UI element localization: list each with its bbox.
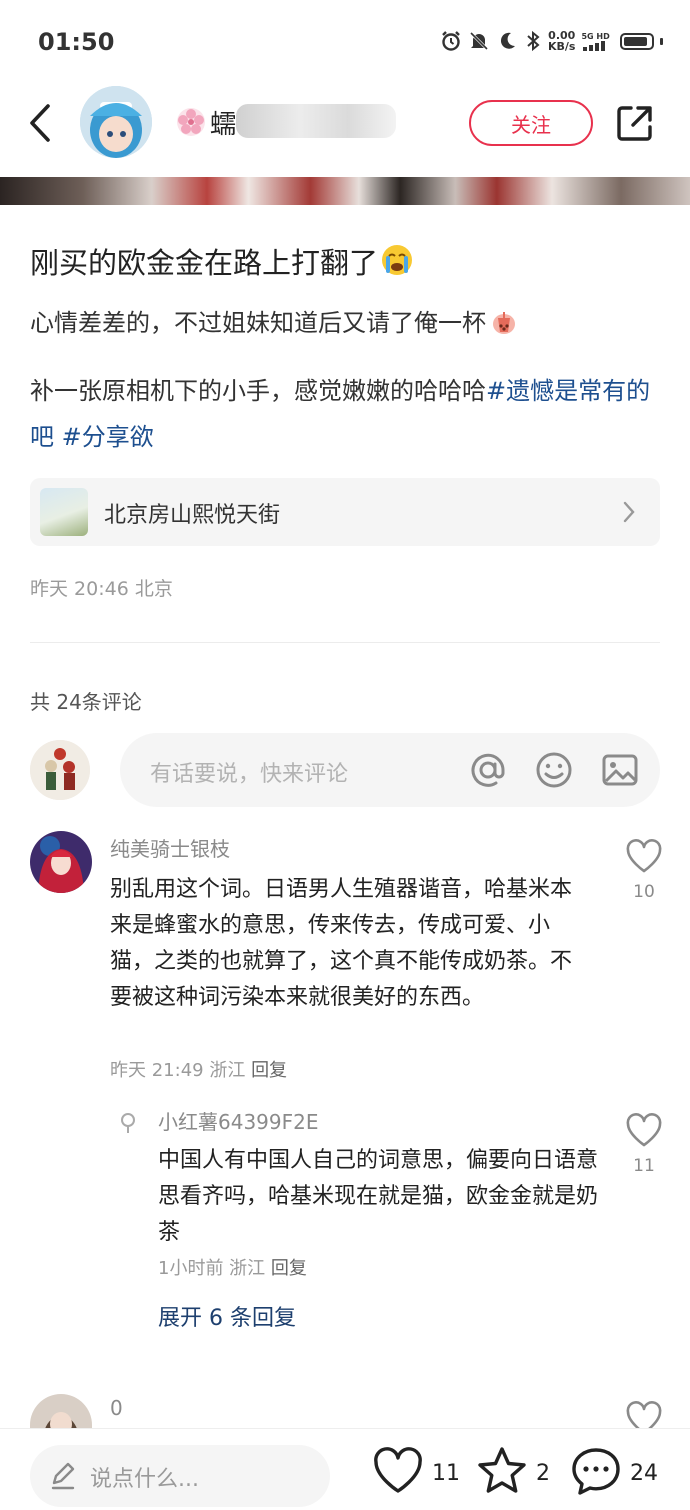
- signal-indicator: 5G HD: [581, 32, 610, 51]
- pencil-icon: [51, 1462, 75, 1490]
- back-arrow-icon: [30, 104, 50, 142]
- post-title: 刚买的欧金金在路上打翻了: [30, 240, 414, 282]
- location-name: 北京房山熙悦天街: [104, 503, 281, 528]
- post-text-line1: 心情差差的，不过姐妹知道后又请了俺一杯: [30, 303, 518, 338]
- bottom-input-placeholder: 说点什么...: [90, 1467, 199, 1492]
- bottom-bar: 说点什么... 11 2 24: [0, 1428, 690, 1510]
- post-meta: 昨天 20:46 北京: [30, 578, 173, 600]
- comment-total: 24: [630, 1461, 658, 1486]
- reply-like-count: 11: [633, 1156, 655, 1176]
- heart-icon[interactable]: [624, 838, 664, 874]
- reply-commenter-name[interactable]: 小红薯64399F2E: [158, 1106, 319, 1135]
- follow-button[interactable]: 关注: [469, 100, 593, 146]
- star-icon[interactable]: [476, 1445, 528, 1497]
- moon-icon: [500, 32, 515, 49]
- share-icon: [617, 106, 652, 141]
- chevron-right-icon: [623, 501, 635, 523]
- bottom-comment-input[interactable]: 说点什么...: [30, 1445, 330, 1507]
- comment-input[interactable]: 有话要说，快来评论: [120, 733, 660, 807]
- hashtag-share[interactable]: #分享欲: [62, 423, 154, 451]
- location-thumbnail: [40, 488, 88, 536]
- commenter-avatar[interactable]: [30, 831, 92, 893]
- expand-replies-button[interactable]: 展开 6 条回复: [158, 1300, 296, 1332]
- reply-meta: 1小时前 浙江 回复: [158, 1258, 307, 1279]
- star-count: 2: [536, 1461, 550, 1486]
- comment-like-count: 10: [633, 882, 655, 902]
- post-text-line2: 补一张原相机下的小手，感觉嫩嫩的哈哈哈#遗憾是常有的吧 #分享欲: [30, 377, 651, 451]
- smile-icon[interactable]: [534, 750, 574, 790]
- share-button[interactable]: [612, 100, 658, 146]
- crying-emoji-icon: [382, 245, 413, 275]
- divider: [30, 642, 660, 643]
- author-avatar[interactable]: [80, 86, 152, 158]
- comment-meta: 昨天 21:49 浙江 回复: [110, 1060, 288, 1081]
- bluetooth-icon: [527, 30, 540, 52]
- my-avatar: [30, 740, 90, 800]
- battery-tip: [659, 37, 663, 45]
- reply-button[interactable]: 回复: [271, 1258, 307, 1279]
- net-speed: 0.00 KB/s: [548, 29, 576, 53]
- status-time: 01:50: [38, 28, 115, 56]
- comment-input-placeholder: 有话要说，快来评论: [150, 762, 349, 787]
- reply-text: 中国人有中国人自己的词意思，偏要向日语意思看齐吗，哈基米现在就是猫，欧金金就是奶…: [158, 1148, 599, 1245]
- reply-button[interactable]: 回复: [251, 1060, 287, 1081]
- status-icons: 0.00 KB/s 5G HD: [440, 30, 663, 52]
- alarm-icon: [442, 31, 460, 51]
- comment-text: 别乱用这个词。日语男人生殖器谐音，哈基米本来是蜂蜜水的意思，传来传去，传成可爱、…: [110, 877, 573, 1010]
- at-icon[interactable]: [468, 750, 508, 790]
- commenter-name[interactable]: 0: [110, 1396, 123, 1420]
- location-card[interactable]: 北京房山熙悦天街: [30, 478, 660, 546]
- heart-icon[interactable]: [372, 1445, 424, 1497]
- heart-icon[interactable]: [624, 1112, 664, 1148]
- image-icon[interactable]: [600, 750, 640, 790]
- comment-count: 共 24条评论: [30, 690, 142, 714]
- like-count: 11: [432, 1461, 460, 1486]
- back-button[interactable]: [24, 100, 58, 146]
- author-name-blurred: [236, 104, 396, 138]
- heart-icon[interactable]: [624, 1400, 664, 1428]
- reply-avatar[interactable]: [118, 1112, 138, 1133]
- author-name[interactable]: 蠕: [210, 104, 236, 141]
- mute-bell-icon: [469, 31, 489, 51]
- commenter-avatar[interactable]: [30, 1394, 92, 1430]
- post-photo[interactable]: [0, 177, 690, 205]
- drink-emoji-icon: [493, 312, 515, 334]
- flower-icon: [175, 106, 207, 138]
- battery-icon: [619, 32, 654, 50]
- commenter-name[interactable]: 纯美骑士银枝: [110, 833, 230, 862]
- comment-bubble-icon[interactable]: [570, 1445, 622, 1497]
